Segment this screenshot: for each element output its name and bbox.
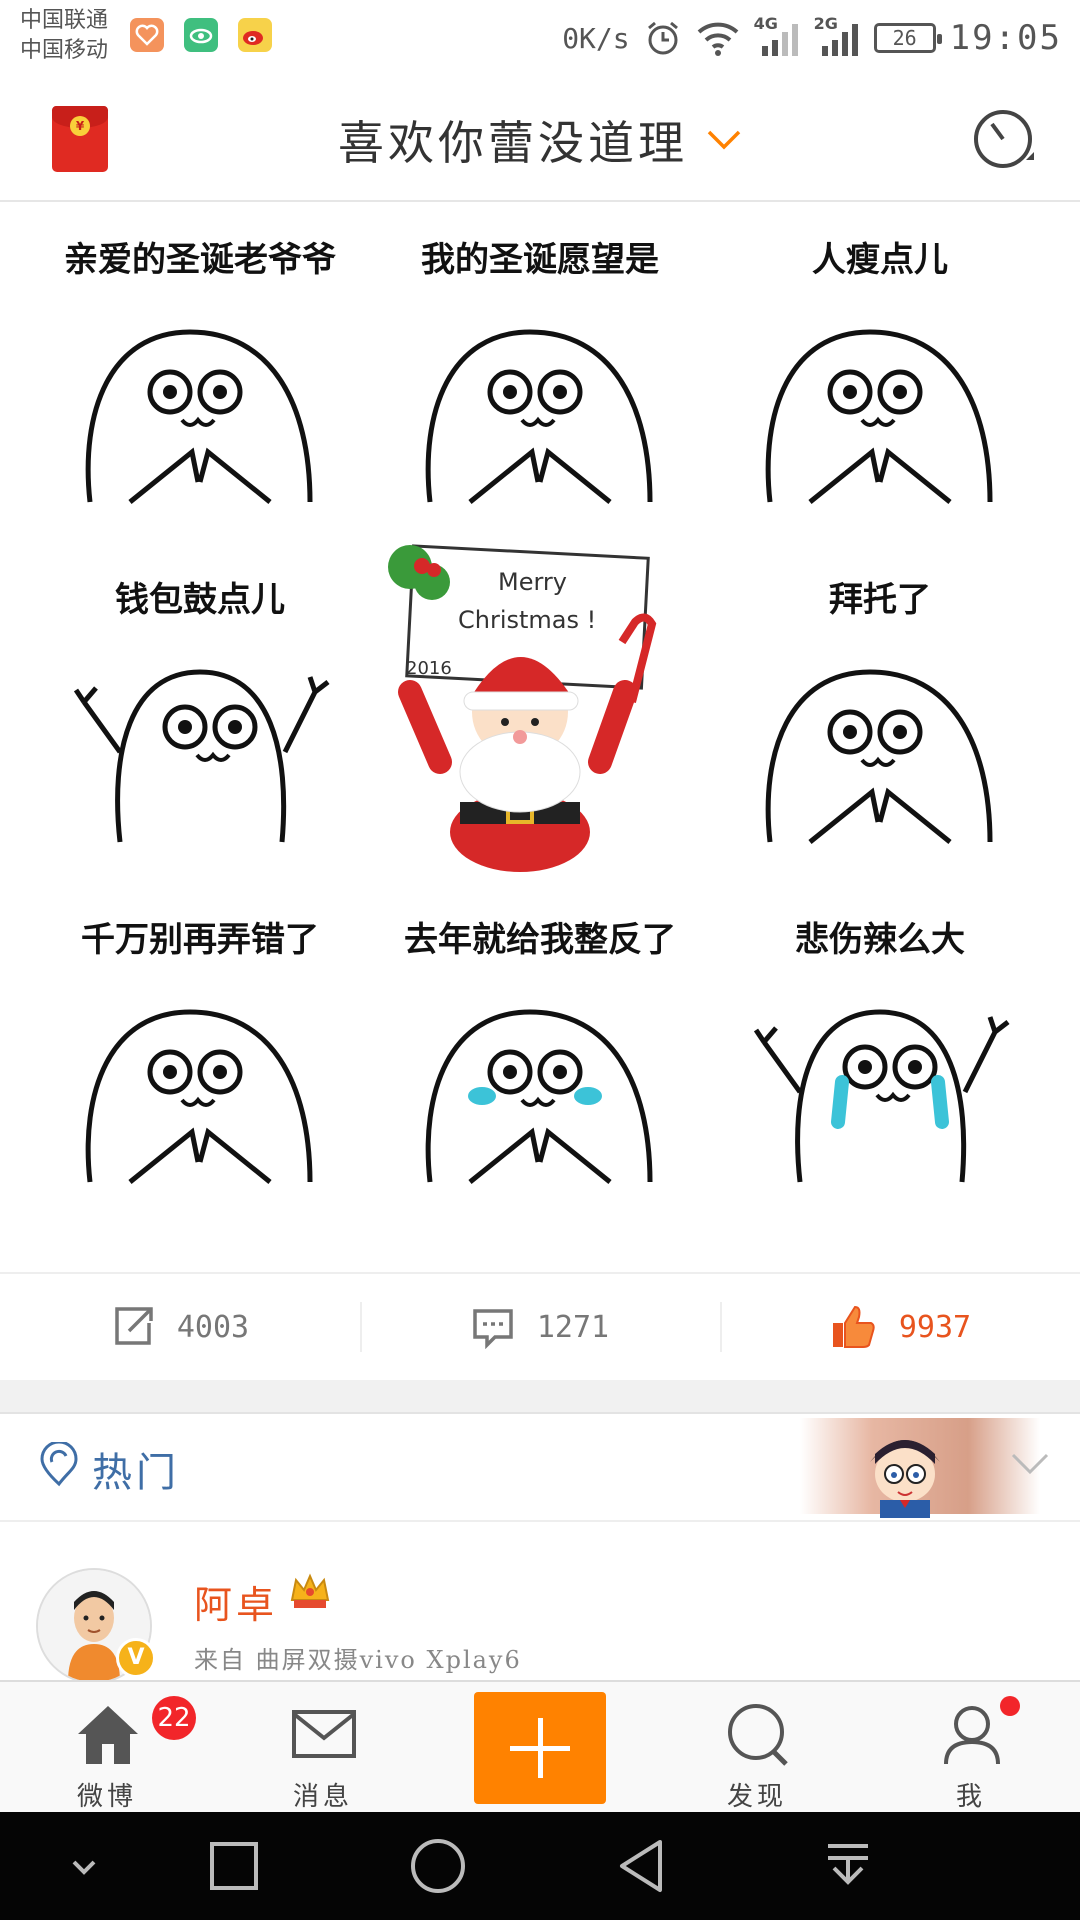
comment-icon xyxy=(473,1309,513,1349)
net-speed: 0K/s xyxy=(562,21,630,55)
post-action-bar: 4003 1271 9937 xyxy=(0,1272,1080,1382)
image-caption: 亲爱的圣诞老爷爷 xyxy=(64,240,336,280)
group-title-dropdown[interactable]: 喜欢你蕾没道理 xyxy=(0,80,1080,200)
repost-count: 4003 xyxy=(176,1309,250,1345)
santa-illustration: Merry Christmas ! 2016 xyxy=(388,544,657,872)
eye-app-icon xyxy=(184,18,218,52)
signal-4g: 4G xyxy=(754,14,800,58)
unread-badge: 22 xyxy=(152,1696,196,1740)
vip-crown-icon xyxy=(290,1573,330,1608)
clock: 19:05 xyxy=(949,18,1062,58)
sign-line-2: Christmas ! xyxy=(458,606,596,634)
image-grid: 亲爱的圣诞老爷爷 我的圣诞愿望是 人瘦点儿 钱包鼓点儿 Merry Christ… xyxy=(0,202,1080,1272)
tab-profile[interactable]: 我 xyxy=(896,1682,1046,1814)
praying-blob-illustration xyxy=(425,329,653,504)
recents-icon[interactable] xyxy=(204,1836,264,1896)
carrier-names: 中国联通 中国移动 xyxy=(20,6,108,66)
chevron-down-icon xyxy=(707,130,741,150)
weibo-app-icon xyxy=(238,18,272,52)
grid-image-3[interactable]: 人瘦点儿 xyxy=(710,202,1050,542)
tab-label: 消息 xyxy=(292,1782,353,1812)
post-author-row[interactable]: V 阿卓 来自 曲屏双摄vivo Xplay6 xyxy=(0,1522,1080,1684)
tab-home[interactable]: 22 微博 xyxy=(32,1682,196,1814)
like-button[interactable]: 9937 xyxy=(720,1274,1080,1380)
praying-blob-illustration xyxy=(765,669,993,844)
grid-image-8[interactable]: 去年就给我整反了 xyxy=(370,882,710,1222)
tab-label: 我 xyxy=(955,1782,986,1812)
search-icon xyxy=(728,1704,788,1766)
profile-icon xyxy=(944,1706,1000,1765)
notification-pulldown-icon[interactable] xyxy=(818,1836,878,1896)
compose-button[interactable] xyxy=(474,1692,606,1804)
health-app-icon xyxy=(130,18,164,52)
thumbs-up-icon xyxy=(832,1305,875,1348)
battery-indicator: 26 xyxy=(873,23,942,53)
like-count: 9937 xyxy=(898,1309,972,1345)
praying-blob-illustration xyxy=(765,329,993,504)
tab-label: 发现 xyxy=(726,1782,787,1812)
status-indicators: 0K/s 4G 2G 26 19:05 xyxy=(562,12,1062,64)
image-caption: 拜托了 xyxy=(829,580,931,620)
grid-image-6[interactable]: 拜托了 xyxy=(710,542,1050,882)
repost-icon xyxy=(115,1307,153,1345)
timer-icon[interactable] xyxy=(970,104,1040,174)
image-caption: 钱包鼓点儿 xyxy=(115,580,285,620)
praying-blob-illustration xyxy=(85,329,313,504)
image-caption: 悲伤辣么大 xyxy=(795,920,965,960)
collapse-icon[interactable] xyxy=(54,1836,114,1896)
back-icon[interactable] xyxy=(612,1836,672,1896)
alarm-icon xyxy=(647,21,678,55)
section-divider xyxy=(0,1380,1080,1414)
status-bar: 中国联通 中国移动 0K/s 4G 2G 26 19:05 xyxy=(0,0,1080,80)
grid-image-7[interactable]: 千万别再弄错了 xyxy=(30,882,370,1222)
image-caption: 千万别再弄错了 xyxy=(81,920,319,960)
red-packet-icon[interactable]: ¥ xyxy=(52,106,108,172)
grid-image-9[interactable]: 悲伤辣么大 xyxy=(710,882,1050,1222)
signal-strength-2-icon xyxy=(821,24,858,56)
home-icon xyxy=(78,1706,138,1764)
profile-notification-dot xyxy=(1000,1696,1020,1716)
verified-badge: V xyxy=(116,1638,156,1678)
grid-image-5-santa[interactable]: Merry Christmas ! 2016 xyxy=(370,542,710,882)
chevron-down-icon[interactable] xyxy=(1010,1452,1050,1476)
tab-messages[interactable]: 消息 xyxy=(248,1682,398,1814)
wifi-icon xyxy=(697,22,738,56)
crying-blob-illustration xyxy=(425,1009,653,1184)
post-source: 来自 曲屏双摄vivo Xplay6 xyxy=(194,1646,522,1674)
carrier-1: 中国联通 xyxy=(20,8,109,33)
image-caption: 去年就给我整反了 xyxy=(404,920,676,960)
hot-label: 热门 xyxy=(92,1450,180,1496)
mail-icon xyxy=(292,1710,356,1758)
comment-count: 1271 xyxy=(536,1309,610,1345)
page-title: 喜欢你蕾没道理 xyxy=(338,116,688,170)
comment-button[interactable]: 1271 xyxy=(360,1274,720,1380)
hot-topic-icon xyxy=(40,1442,78,1487)
repost-button[interactable]: 4003 xyxy=(0,1274,360,1380)
grid-image-4[interactable]: 钱包鼓点儿 xyxy=(30,542,370,882)
battery-level: 26 xyxy=(892,26,917,50)
tab-label: 微博 xyxy=(76,1782,137,1812)
cartoon-boy-illustration xyxy=(870,1440,940,1518)
crying-arms-up-blob-illustration xyxy=(753,1009,1010,1183)
grid-image-1[interactable]: 亲爱的圣诞老爷爷 xyxy=(30,202,370,542)
feed-header: 喜欢你蕾没道理 ¥ xyxy=(0,80,1080,202)
arms-up-blob-illustration xyxy=(73,669,330,843)
home-circle-icon[interactable] xyxy=(408,1836,468,1896)
praying-blob-illustration xyxy=(85,1009,313,1184)
tab-discover[interactable]: 发现 xyxy=(682,1682,832,1814)
carrier-2: 中国移动 xyxy=(20,38,109,63)
sign-year: 2016 xyxy=(406,658,452,679)
image-caption: 我的圣诞愿望是 xyxy=(421,240,659,280)
hot-section-header[interactable]: 热门 xyxy=(0,1412,1080,1522)
signal-strength-1-icon xyxy=(761,24,798,56)
sign-line-1: Merry xyxy=(498,568,567,596)
yuan-coin-icon: ¥ xyxy=(70,116,90,136)
system-navigation-bar xyxy=(0,1812,1080,1920)
image-caption: 人瘦点儿 xyxy=(812,240,948,280)
post-username[interactable]: 阿卓 xyxy=(194,1574,278,1629)
signal-2g: 2G xyxy=(814,14,860,58)
bottom-tab-bar: 22 微博 消息 发现 我 xyxy=(0,1680,1080,1814)
grid-image-2[interactable]: 我的圣诞愿望是 xyxy=(370,202,710,542)
